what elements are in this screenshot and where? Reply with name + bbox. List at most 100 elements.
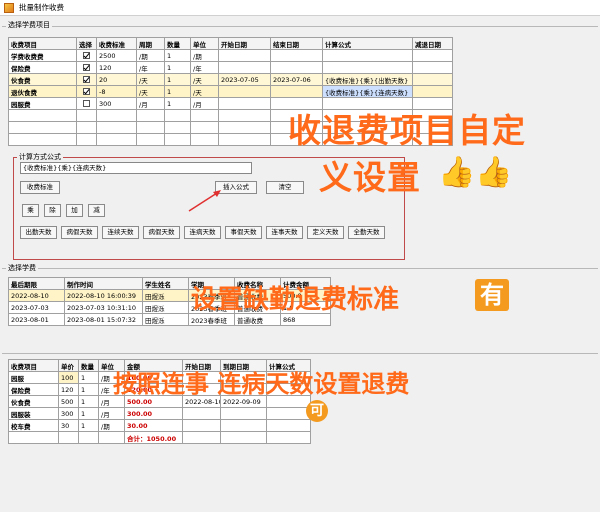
cell-unit[interactable]: /月 xyxy=(190,97,219,110)
cell-unit[interactable]: /期 xyxy=(190,49,219,62)
select-checkbox-cell[interactable] xyxy=(76,85,97,98)
cell-start[interactable] xyxy=(218,49,271,62)
cell-standard[interactable]: 2500 xyxy=(96,49,137,62)
cell-name[interactable]: 园服装 xyxy=(8,407,59,420)
checkbox[interactable] xyxy=(83,100,90,107)
cell-student[interactable]: 田煜泺 xyxy=(142,313,189,326)
cell-price[interactable]: 120 xyxy=(58,383,79,396)
select-checkbox-cell[interactable] xyxy=(76,97,97,110)
cell-unit[interactable]: /月 xyxy=(98,407,125,420)
days-button[interactable]: 连续天数 xyxy=(102,226,139,239)
days-button[interactable]: 病假天数 xyxy=(143,226,180,239)
operator-button[interactable]: 除 xyxy=(44,204,61,217)
cell-refund[interactable] xyxy=(412,85,453,98)
cell-name[interactable]: 园服 xyxy=(8,371,59,384)
cell-end[interactable] xyxy=(220,419,267,432)
days-button[interactable]: 定义天数 xyxy=(307,226,344,239)
cell-standard[interactable]: -8 xyxy=(96,85,137,98)
cell-unit[interactable]: /天 xyxy=(190,73,219,86)
cell-name[interactable]: 伙食费 xyxy=(8,395,59,408)
cell-qty[interactable]: 1 xyxy=(78,419,99,432)
table-row[interactable]: 学费收费费 2500/期 1/期 xyxy=(8,49,453,62)
days-button[interactable]: 全勤天数 xyxy=(348,226,385,239)
cell-price[interactable]: 100 xyxy=(58,371,79,384)
cell-standard[interactable]: 300 xyxy=(96,97,137,110)
cell-unit[interactable]: /期 xyxy=(98,419,125,432)
days-button[interactable]: 病假天数 xyxy=(61,226,98,239)
cell-formula[interactable] xyxy=(322,61,413,74)
cell-start[interactable] xyxy=(218,97,271,110)
operator-button[interactable]: 乘 xyxy=(22,204,39,217)
cell-name[interactable]: 保险费 xyxy=(8,383,59,396)
table-row[interactable]: 校车费 30 1/期 30.00 xyxy=(8,419,311,432)
cell-period[interactable]: /天 xyxy=(136,73,165,86)
cell-end[interactable] xyxy=(220,407,267,420)
cell-qty[interactable]: 1 xyxy=(164,49,191,62)
cell-start[interactable] xyxy=(182,407,221,420)
cell-qty[interactable]: 1 xyxy=(78,371,99,384)
cell-formula[interactable] xyxy=(322,49,413,62)
cell-formula[interactable] xyxy=(266,419,311,432)
cell-price[interactable]: 30 xyxy=(58,419,79,432)
cell-qty[interactable]: 1 xyxy=(78,407,99,420)
cell-end[interactable] xyxy=(270,61,323,74)
cell-deadline[interactable]: 2023-08-01 xyxy=(8,313,65,326)
fee-standard-button[interactable]: 收费标准 xyxy=(20,181,60,194)
cell-deadline[interactable]: 2023-07-03 xyxy=(8,301,65,314)
cell-start[interactable] xyxy=(218,61,271,74)
cell-qty[interactable]: 1 xyxy=(164,61,191,74)
cell-name[interactable]: 校车费 xyxy=(8,419,59,432)
cell-qty[interactable]: 1 xyxy=(78,395,99,408)
cell-name[interactable]: 保险费 xyxy=(8,61,77,74)
cell-period[interactable]: /年 xyxy=(136,61,165,74)
cell-formula[interactable]: {收费标准}{乘}{连病天数} xyxy=(322,85,413,98)
cell-name[interactable]: 退伙食费 xyxy=(8,85,77,98)
checkbox[interactable] xyxy=(83,64,90,71)
cell-amount[interactable]: 300.00 xyxy=(124,407,183,420)
cell-student[interactable]: 田煜泺 xyxy=(142,289,189,302)
cell-formula[interactable]: {收费标准}{乘}{出勤天数} xyxy=(322,73,413,86)
cell-qty[interactable]: 1 xyxy=(164,97,191,110)
operator-button[interactable]: 减 xyxy=(88,204,105,217)
checkbox[interactable] xyxy=(83,88,90,95)
checkbox[interactable] xyxy=(83,76,90,83)
cell-end[interactable] xyxy=(270,85,323,98)
cell-qty[interactable]: 1 xyxy=(164,85,191,98)
cell-qty[interactable]: 1 xyxy=(78,383,99,396)
cell-start[interactable] xyxy=(182,419,221,432)
table-row[interactable]: 伙食费 20/天 1/天 2023-07-05 2023-07-06 {收费标准}{乘}{… xyxy=(8,73,453,86)
cell-made[interactable]: 2023-07-03 10:31:10 xyxy=(64,301,143,314)
cell-price[interactable]: 500 xyxy=(58,395,79,408)
cell-name[interactable]: 伙食费 xyxy=(8,73,77,86)
select-checkbox-cell[interactable] xyxy=(76,73,97,86)
days-button[interactable]: 事假天数 xyxy=(225,226,262,239)
cell-price[interactable]: 300 xyxy=(58,407,79,420)
checkbox[interactable] xyxy=(83,52,90,59)
cell-student[interactable]: 田煜泺 xyxy=(142,301,189,314)
cell-refund[interactable] xyxy=(412,61,453,74)
days-button[interactable]: 出勤天数 xyxy=(20,226,57,239)
cell-deadline[interactable]: 2022-08-10 xyxy=(8,289,65,302)
cell-name[interactable]: 园服费 xyxy=(8,97,77,110)
cell-period[interactable]: /月 xyxy=(136,97,165,110)
formula-input[interactable]: {收费标准}{乘}{连病天数} xyxy=(20,162,252,174)
table-row[interactable]: 保险费 120/年 1/年 xyxy=(8,61,453,74)
cell-made[interactable]: 2023-08-01 15:07:32 xyxy=(64,313,143,326)
clear-button[interactable]: 清空 xyxy=(266,181,304,194)
select-checkbox-cell[interactable] xyxy=(76,61,97,74)
cell-period[interactable]: /期 xyxy=(136,49,165,62)
days-button[interactable]: 连病天数 xyxy=(184,226,221,239)
cell-refund[interactable] xyxy=(412,49,453,62)
table-row[interactable]: 园服装 300 1/月 300.00 xyxy=(8,407,311,420)
cell-standard[interactable]: 20 xyxy=(96,73,137,86)
operator-button[interactable]: 加 xyxy=(66,204,83,217)
cell-amount[interactable]: 30.00 xyxy=(124,419,183,432)
cell-name[interactable]: 学费收费费 xyxy=(8,49,77,62)
cell-refund[interactable] xyxy=(412,73,453,86)
cell-standard[interactable]: 120 xyxy=(96,61,137,74)
cell-unit[interactable]: /年 xyxy=(190,61,219,74)
cell-start[interactable]: 2023-07-05 xyxy=(218,73,271,86)
cell-formula[interactable] xyxy=(266,407,311,420)
cell-period[interactable]: /天 xyxy=(136,85,165,98)
cell-end[interactable]: 2023-07-06 xyxy=(270,73,323,86)
